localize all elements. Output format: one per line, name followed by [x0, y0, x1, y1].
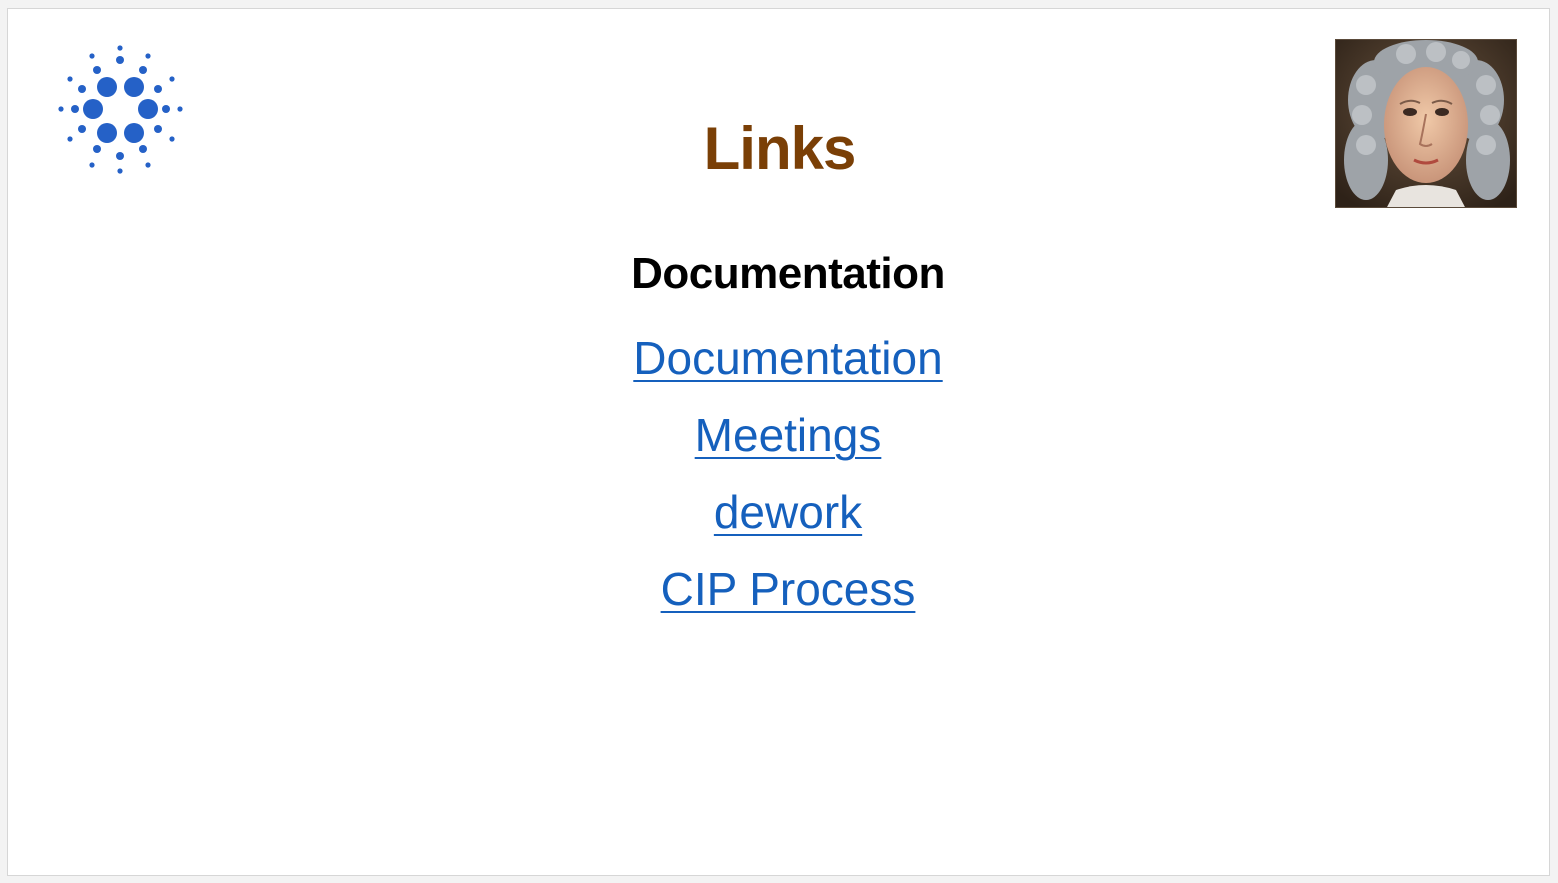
meetings-link[interactable]: Meetings	[695, 401, 882, 478]
slide: Links Documentation Documentation Meetin…	[7, 8, 1550, 876]
links-list: Documentation Meetings dework CIP Proces…	[8, 324, 1558, 632]
dework-link[interactable]: dework	[714, 478, 862, 555]
slide-subtitle: Documentation	[631, 249, 945, 298]
cip-process-link[interactable]: CIP Process	[661, 555, 916, 632]
slide-title: Links	[703, 115, 857, 182]
documentation-link[interactable]: Documentation	[633, 324, 942, 401]
